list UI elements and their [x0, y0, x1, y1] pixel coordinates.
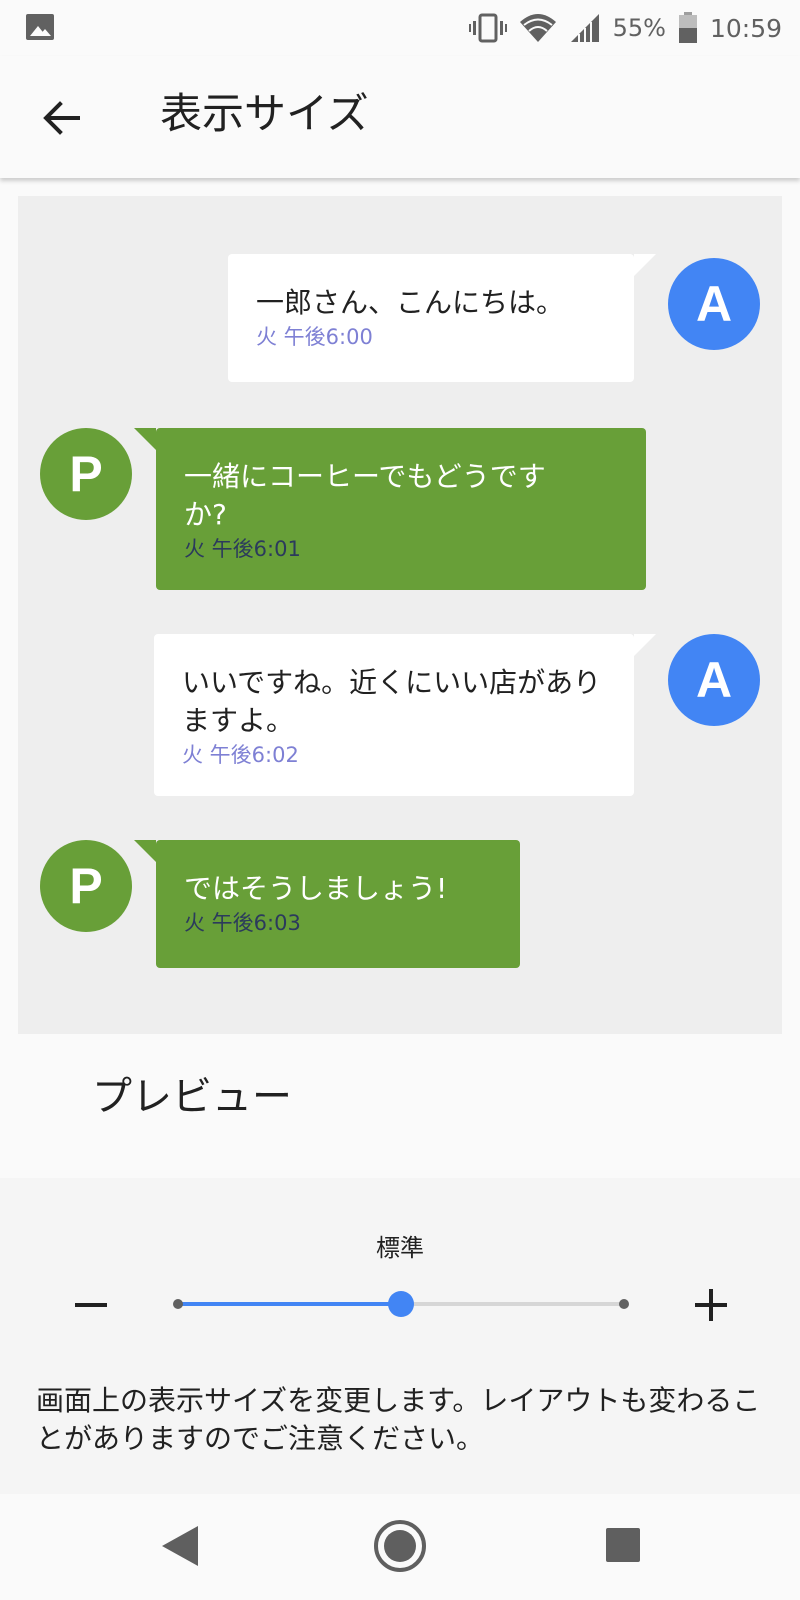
message-bubble: いいですね。近くにいい店がありますよ。 火 午後6:02	[154, 634, 656, 796]
decrease-size-button[interactable]	[66, 1280, 116, 1330]
status-bar: 55% 10:59	[0, 0, 800, 56]
preview-label: プレビュー	[92, 1074, 292, 1120]
message-bubble: 一緒にコーヒーでもどうですか? 火 午後6:01	[134, 428, 646, 590]
avatar: P	[40, 840, 132, 932]
back-button[interactable]	[30, 86, 94, 150]
vibrate-icon	[468, 13, 507, 43]
status-icons: 55% 10:59	[468, 8, 782, 48]
slider-tick-start	[173, 1299, 183, 1309]
message-text: 一郎さん、こんにちは。	[256, 286, 565, 319]
increase-size-button[interactable]	[686, 1280, 736, 1330]
battery-percent: 55%	[612, 14, 666, 42]
message-bubble: ではそうしましょう! 火 午後6:03	[134, 840, 520, 968]
size-description: 画面上の表示サイズを変更します。レイアウトも変わることがありますのでご注意くださ…	[36, 1384, 761, 1455]
message-time: 火 午後6:03	[184, 911, 301, 935]
arrow-back-icon	[43, 101, 80, 135]
slider-thumb[interactable]	[388, 1291, 414, 1317]
nav-recents-icon[interactable]	[606, 1528, 640, 1562]
wifi-icon	[519, 14, 556, 42]
avatar: A	[668, 258, 760, 350]
current-size-label: 標準	[376, 1234, 424, 1262]
app-bar: 表示サイズ	[0, 56, 800, 178]
size-slider[interactable]	[173, 1291, 629, 1317]
message-text: いいですね。近くにいい店がありますよ。	[182, 666, 602, 737]
message-text: 一緒にコーヒーでもどうですか?	[184, 460, 546, 531]
message-time: 火 午後6:02	[182, 743, 299, 767]
display-size-control: 標準 画面上の表示サイズを変更します。レイアウトも変わることがありますのでご注意…	[0, 1178, 800, 1494]
signal-icon	[570, 14, 599, 42]
slider-fill	[178, 1302, 401, 1306]
navigation-bar	[0, 1494, 800, 1600]
image-notification-icon	[26, 14, 54, 40]
battery-icon	[678, 12, 697, 43]
message-bubble: 一郎さん、こんにちは。 火 午後6:00	[228, 254, 656, 382]
nav-home-icon[interactable]	[374, 1520, 426, 1572]
message-time: 火 午後6:01	[184, 537, 301, 561]
page-title: 表示サイズ	[160, 89, 369, 138]
slider-tick-end	[619, 1299, 629, 1309]
clock: 10:59	[709, 13, 782, 43]
message-text: ではそうしましょう!	[184, 872, 448, 905]
preview-panel: 一郎さん、こんにちは。 火 午後6:00 A P 一緒にコーヒーでもどうですか?…	[18, 196, 782, 1034]
avatar: P	[40, 428, 132, 520]
nav-back-icon[interactable]	[160, 1524, 200, 1568]
avatar: A	[668, 634, 760, 726]
message-time: 火 午後6:00	[256, 325, 373, 349]
